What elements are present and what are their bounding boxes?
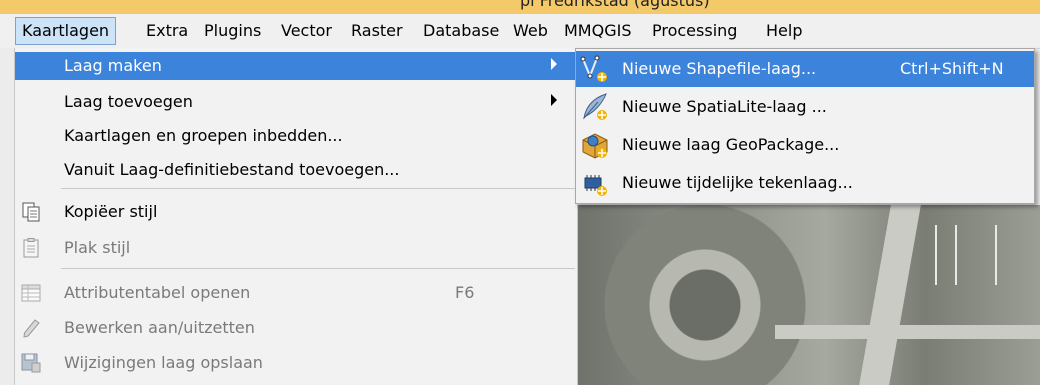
menu-item-laag-toevoegen[interactable]: Laag toevoegen: [15, 88, 577, 116]
submenu-item-shortcut: Ctrl+Shift+N: [900, 59, 1004, 78]
menu-separator: [61, 188, 575, 189]
menu-item-bewerken[interactable]: Bewerken aan/uitzetten: [15, 314, 577, 342]
menu-item-label: Vanuit Laag-definitiebestand toevoegen..…: [64, 160, 400, 179]
map-lane-marking: [935, 225, 937, 285]
menu-web[interactable]: Web: [507, 18, 554, 44]
laag-maken-submenu: Nieuwe Shapefile-laag... Ctrl+Shift+N Ni…: [575, 48, 1035, 204]
menu-item-label: Kaartlagen en groepen inbedden...: [64, 126, 343, 145]
menu-item-wijzigingen-opslaan[interactable]: Wijzigingen laag opslaan: [15, 349, 577, 377]
menu-item-label: Bewerken aan/uitzetten: [64, 318, 255, 337]
new-geopackage-icon: [580, 130, 610, 160]
menu-separator: [61, 268, 575, 269]
map-canvas[interactable]: [575, 205, 1040, 385]
submenu-item-label: Nieuwe tijdelijke tekenlaag...: [622, 173, 853, 192]
window-title-strip: pi Fredrikstad (agustus): [0, 0, 1040, 14]
window-title: pi Fredrikstad (agustus): [520, 0, 710, 10]
menu-item-laagdefinitie-toevoegen[interactable]: Vanuit Laag-definitiebestand toevoegen..…: [15, 156, 577, 184]
submenu-item-label: Nieuwe Shapefile-laag...: [622, 59, 817, 78]
menu-item-label: Kopiëer stijl: [64, 202, 158, 221]
app-background-left: [0, 48, 14, 385]
submenu-arrow-icon: [551, 94, 557, 106]
new-shapefile-icon: [580, 54, 610, 84]
submenu-arrow-icon: [551, 58, 557, 70]
submenu-item-label: Nieuwe SpatiaLite-laag ...: [622, 97, 827, 116]
kaartlagen-dropdown-menu: Laag maken Laag toevoegen Kaartlagen en …: [14, 48, 578, 385]
menubar: Kaartlagen Extra Plugins Vector Raster D…: [0, 14, 1040, 49]
menu-item-plak-stijl[interactable]: Plak stijl: [15, 234, 577, 262]
paste-style-icon: [21, 238, 41, 258]
new-spatialite-icon: [580, 92, 610, 122]
menu-database[interactable]: Database: [417, 18, 505, 44]
map-road: [859, 205, 921, 385]
menu-item-label: Laag toevoegen: [64, 92, 193, 111]
menu-item-laag-maken[interactable]: Laag maken: [15, 52, 577, 80]
menu-item-nieuwe-shapefile[interactable]: Nieuwe Shapefile-laag... Ctrl+Shift+N: [576, 51, 1034, 87]
map-lane-marking: [955, 225, 957, 285]
menu-extra[interactable]: Extra: [140, 18, 194, 44]
menu-help[interactable]: Help: [760, 18, 808, 44]
menu-plugins[interactable]: Plugins: [198, 18, 267, 44]
menu-item-label: Attributentabel openen: [64, 283, 251, 302]
menu-item-nieuwe-tijdelijke-laag[interactable]: Nieuwe tijdelijke tekenlaag...: [576, 165, 1034, 201]
menu-item-shortcut: F6: [455, 283, 475, 302]
map-lane-marking: [995, 225, 997, 285]
menu-item-nieuwe-spatialite[interactable]: Nieuwe SpatiaLite-laag ...: [576, 89, 1034, 125]
menu-item-inbedden[interactable]: Kaartlagen en groepen inbedden...: [15, 122, 577, 150]
menu-item-label: Plak stijl: [64, 238, 131, 257]
new-scratch-layer-icon: [580, 168, 610, 198]
submenu-item-label: Nieuwe laag GeoPackage...: [622, 135, 840, 154]
menu-item-attributentabel[interactable]: Attributentabel openen F6: [15, 279, 577, 307]
menu-processing[interactable]: Processing: [646, 18, 743, 44]
menu-kaartlagen[interactable]: Kaartlagen: [15, 17, 117, 45]
pencil-icon: [21, 318, 41, 338]
menu-item-kopieer-stijl[interactable]: Kopiëer stijl: [15, 198, 577, 226]
copy-style-icon: [21, 202, 41, 222]
map-road: [775, 325, 1040, 339]
menu-mmqgis[interactable]: MMQGIS: [558, 18, 637, 44]
attribute-table-icon: [21, 283, 41, 303]
menu-raster[interactable]: Raster: [345, 18, 409, 44]
menu-item-label: Laag maken: [64, 56, 162, 75]
save-edits-icon: [21, 353, 41, 373]
menu-vector[interactable]: Vector: [275, 18, 338, 44]
menu-item-nieuwe-geopackage[interactable]: Nieuwe laag GeoPackage...: [576, 127, 1034, 163]
menu-item-label: Wijzigingen laag opslaan: [64, 353, 263, 372]
